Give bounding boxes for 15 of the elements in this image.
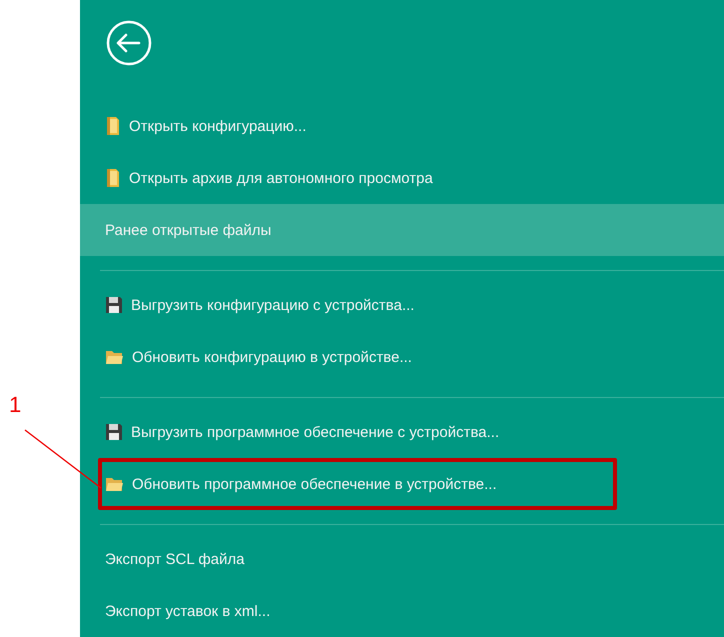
menu-item[interactable]: Обновить программное обеспечение в устройстве... bbox=[80, 458, 724, 510]
menu-item[interactable]: Открыть архив для автономного просмотра bbox=[80, 152, 724, 204]
folder-icon bbox=[105, 476, 124, 492]
folder-icon bbox=[105, 116, 121, 136]
folder-icon bbox=[105, 168, 121, 188]
menu-item[interactable]: Обновить конфигурацию в устройстве... bbox=[80, 331, 724, 383]
menu-item[interactable]: Экспорт уставок в xml... bbox=[80, 585, 724, 637]
menu-item[interactable]: Экспорт SCL файла bbox=[80, 533, 724, 585]
back-icon[interactable] bbox=[106, 20, 152, 66]
menu-item[interactable]: Открыть конфигурацию... bbox=[80, 100, 724, 152]
callout-number: 1 bbox=[9, 392, 22, 418]
menu-item[interactable]: Выгрузить программное обеспечение с устройства... bbox=[80, 406, 724, 458]
menu-item[interactable]: Выгрузить конфигурацию с устройства... bbox=[80, 279, 724, 331]
menu-item[interactable]: Ранее открытые файлы bbox=[80, 204, 724, 256]
folder-icon bbox=[105, 350, 124, 364]
